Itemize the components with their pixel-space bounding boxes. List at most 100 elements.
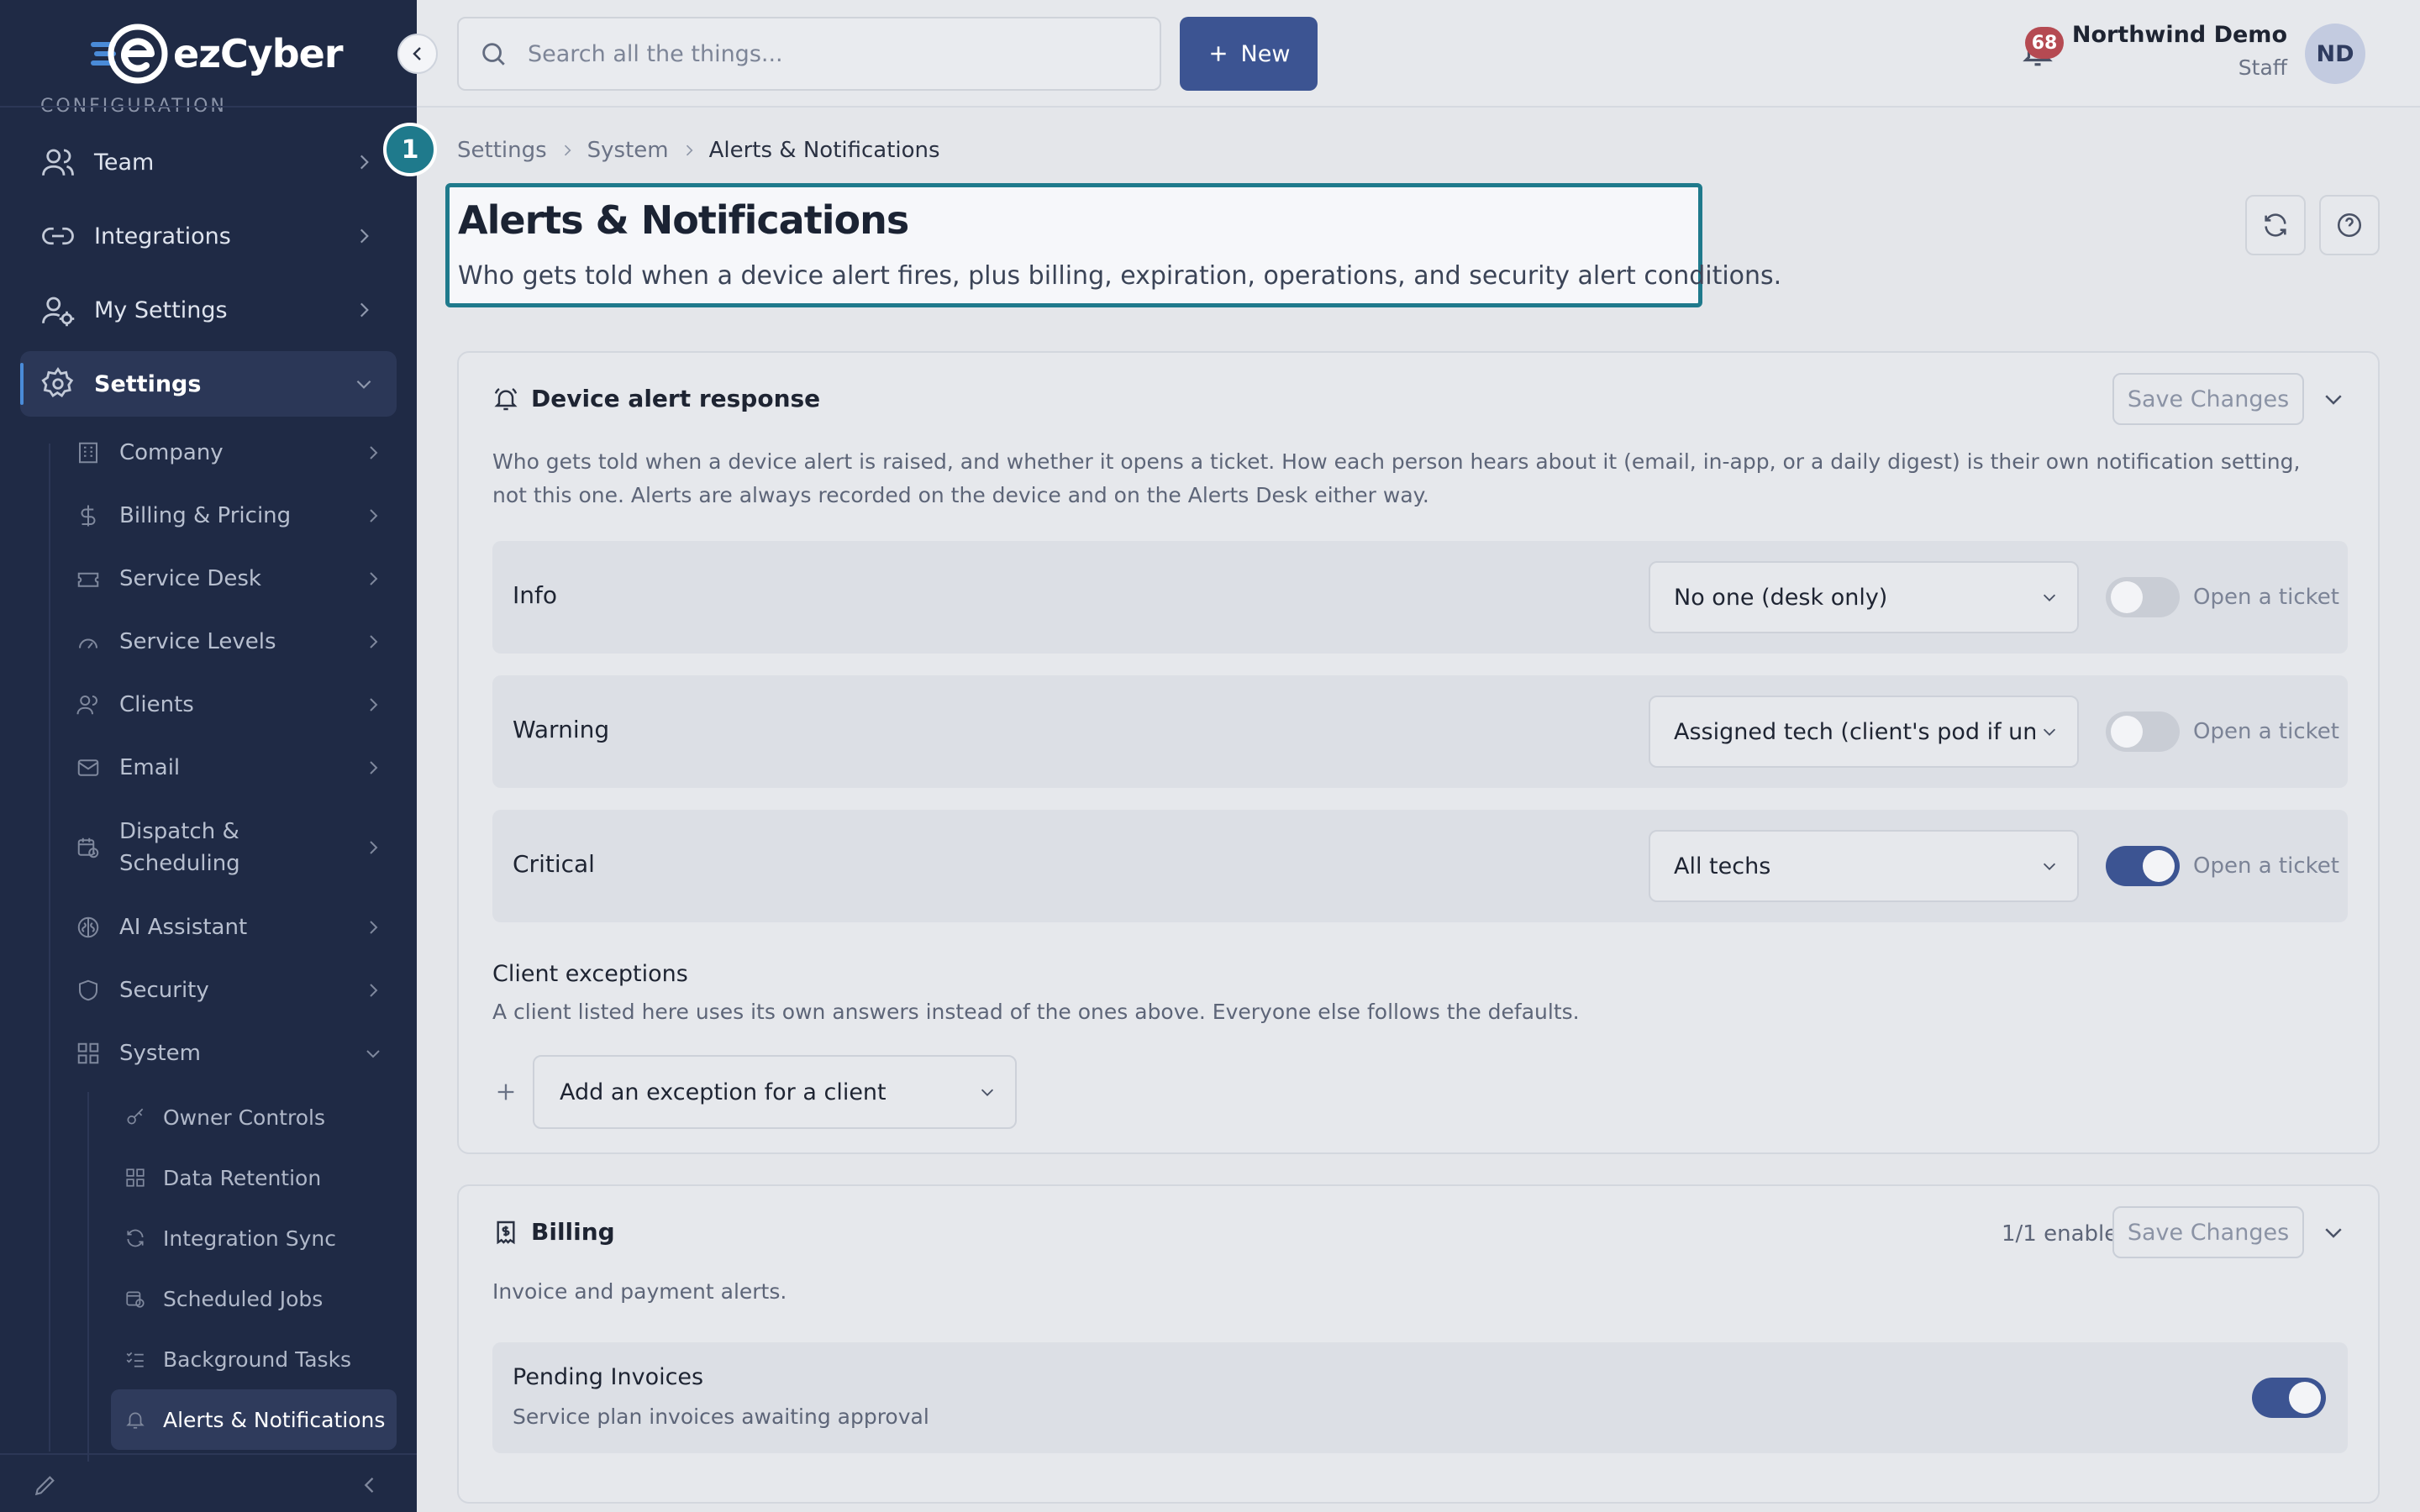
sidebar-item-security[interactable]: Security <box>76 961 395 1020</box>
recipient-select[interactable]: Assigned tech (client's pod if unassigne… <box>1649 696 2079 768</box>
breadcrumb-system[interactable]: System <box>587 138 669 163</box>
open-ticket-label: Open a ticket <box>2193 719 2339 744</box>
chevron-down-icon[interactable] <box>2321 386 2346 412</box>
sidebar-item-label: Integration Sync <box>163 1226 336 1251</box>
recipient-value: Assigned tech (client's pod if unassigne… <box>1674 718 2035 745</box>
new-button-label: New <box>1240 40 1291 67</box>
alert-row-info: Info No one (desk only) Open a ticket <box>492 541 2348 654</box>
pencil-icon[interactable] <box>32 1472 59 1499</box>
chevron-right-icon <box>360 228 369 244</box>
sidebar-item-label: Dispatch & Scheduling <box>119 819 240 876</box>
sidebar-item-service-levels[interactable]: Service Levels <box>76 612 395 671</box>
chevron-right-icon <box>370 635 378 648</box>
chevron-right-icon <box>360 155 369 170</box>
pending-invoices-toggle[interactable] <box>2252 1378 2326 1418</box>
chevron-down-icon[interactable] <box>2321 1220 2346 1245</box>
recipient-value: All techs <box>1674 853 1771 879</box>
tree-line <box>87 1092 89 1462</box>
sidebar-collapse-button[interactable] <box>397 34 438 74</box>
avatar[interactable]: ND <box>2305 24 2365 84</box>
sidebar-item-label: Integrations <box>94 223 231 249</box>
help-icon <box>2337 213 2362 238</box>
recipient-select[interactable]: All techs <box>1649 830 2079 902</box>
gear-icon <box>41 366 74 397</box>
sidebar-item-ai-assistant[interactable]: AI Assistant <box>76 898 395 957</box>
toggle-knob <box>2289 1382 2321 1414</box>
billing-save-button[interactable]: Save Changes <box>2112 1206 2304 1258</box>
open-ticket-toggle[interactable] <box>2106 846 2180 886</box>
sidebar-item-alerts-notifications[interactable]: Alerts & Notifications <box>111 1389 397 1450</box>
open-ticket-toggle[interactable] <box>2106 577 2180 617</box>
page-subtitle: Who gets told when a device alert fires,… <box>458 261 1782 291</box>
chevron-down-icon <box>2043 594 2056 601</box>
chevron-right-icon <box>360 302 369 318</box>
chevron-right-icon <box>370 921 378 934</box>
user-name: Northwind Demo <box>2071 22 2287 48</box>
shield-icon <box>79 979 97 1001</box>
ez-logo-icon <box>91 24 168 84</box>
chevron-right-icon <box>564 144 571 156</box>
toggle-knob <box>2111 581 2143 613</box>
chevron-down-icon <box>2043 863 2056 870</box>
sidebar-item-label: Service Desk <box>119 566 261 591</box>
device-alert-card: Device alert response Save Changes Who g… <box>457 351 2380 1154</box>
sidebar-item-integrations[interactable]: Integrations <box>20 203 397 269</box>
plus-icon[interactable] <box>494 1080 518 1104</box>
sidebar-item-owner-controls[interactable]: Owner Controls <box>111 1087 397 1147</box>
sidebar-item-label: Email <box>119 755 181 780</box>
key-icon <box>127 1108 144 1125</box>
billing-header: Billing <box>492 1218 615 1246</box>
ticket-icon <box>77 572 99 587</box>
sidebar-item-data-retention[interactable]: Data Retention <box>111 1147 397 1208</box>
sidebar-item-integration-sync[interactable]: Integration Sync <box>111 1208 397 1268</box>
grid-icon <box>126 1168 145 1187</box>
sidebar-item-clients[interactable]: Clients <box>76 675 395 734</box>
sidebar-item-dispatch-scheduling[interactable]: Dispatch & Scheduling <box>76 810 395 885</box>
sidebar-item-service-desk[interactable]: Service Desk <box>76 549 395 608</box>
sidebar-item-team[interactable]: Team <box>20 129 397 195</box>
open-ticket-toggle[interactable] <box>2106 711 2180 752</box>
device-alert-save-button[interactable]: Save Changes <box>2112 373 2304 425</box>
breadcrumb-current: Alerts & Notifications <box>708 138 940 163</box>
new-button[interactable]: New <box>1180 17 1318 91</box>
client-exception-value: Add an exception for a client <box>560 1079 886 1105</box>
recipient-select[interactable]: No one (desk only) <box>1649 561 2079 633</box>
chevron-left-icon <box>413 47 421 60</box>
sidebar-item-email[interactable]: Email <box>76 738 395 797</box>
users-icon <box>76 696 97 715</box>
bell-ring-icon <box>494 387 518 410</box>
sidebar-item-system[interactable]: System <box>76 1024 395 1083</box>
sidebar-item-label: System <box>119 1041 201 1066</box>
sidebar-item-my-settings[interactable]: My Settings <box>20 277 397 343</box>
alert-row-critical: Critical All techs Open a ticket <box>492 810 2348 922</box>
alert-level-label: Info <box>513 581 557 609</box>
sidebar-item-label: Billing & Pricing <box>119 503 292 528</box>
alert-row-warning: Warning Assigned tech (client's pod if u… <box>492 675 2348 788</box>
receipt-icon <box>497 1221 515 1244</box>
sidebar-item-label: AI Assistant <box>119 915 248 940</box>
user-role: Staff <box>2238 55 2287 80</box>
tree-line <box>49 444 50 1452</box>
sidebar-item-settings[interactable]: Settings <box>20 351 397 417</box>
brand-logo[interactable]: ezCyber <box>91 22 344 86</box>
breadcrumb-settings[interactable]: Settings <box>457 138 547 163</box>
sidebar-item-label: Clients <box>119 692 194 717</box>
sidebar-item-scheduled-jobs[interactable]: Scheduled Jobs <box>111 1268 397 1329</box>
help-button[interactable] <box>2319 195 2380 255</box>
sidebar-item-background-tasks[interactable]: Background Tasks <box>111 1329 397 1389</box>
chevron-left-icon[interactable] <box>358 1473 381 1497</box>
billing-card: Billing 1/1 enabled Save Changes Invoice… <box>457 1184 2380 1504</box>
gauge-icon <box>79 638 97 649</box>
client-exception-select[interactable]: Add an exception for a client <box>533 1055 1017 1129</box>
refresh-button[interactable] <box>2245 195 2306 255</box>
client-exceptions-title: Client exceptions <box>492 961 688 987</box>
dollar-icon <box>81 505 96 527</box>
chevron-down-icon <box>981 1089 994 1096</box>
billing-item-pending-invoices: Pending Invoices Service plan invoices a… <box>492 1342 2348 1453</box>
sidebar-item-label: Owner Controls <box>163 1105 325 1130</box>
sidebar-item-billing-pricing[interactable]: Billing & Pricing <box>76 486 395 545</box>
brain-icon <box>77 916 99 938</box>
sidebar-item-company[interactable]: Company <box>76 423 395 482</box>
search-input[interactable] <box>528 40 1116 67</box>
search-box[interactable] <box>457 17 1161 91</box>
